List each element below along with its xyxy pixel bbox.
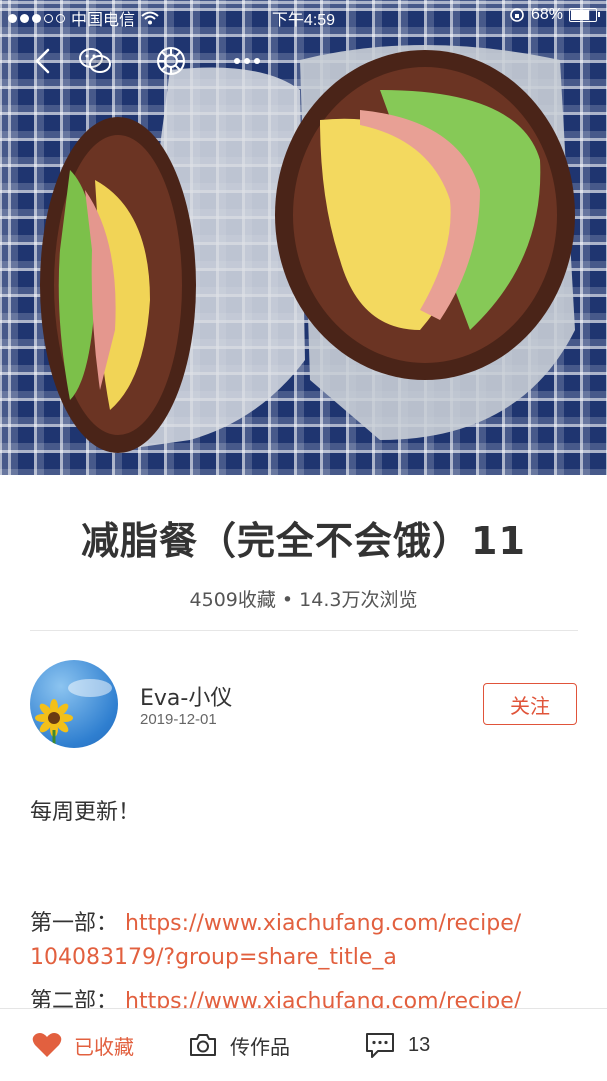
- more-icon[interactable]: [230, 44, 264, 78]
- comment-button[interactable]: 13: [364, 1009, 430, 1081]
- camera-icon: [190, 1034, 216, 1056]
- recipe-title: 减脂餐（完全不会饿）11: [81, 519, 526, 563]
- wechat-icon[interactable]: [78, 44, 112, 78]
- battery-percent: 68%: [530, 6, 563, 23]
- part1-link[interactable]: https://www.xiachufang.com/recipe/: [125, 911, 521, 936]
- comment-count: 13: [408, 1033, 431, 1056]
- upload-work-button[interactable]: 传作品: [188, 1009, 290, 1081]
- part1-link-continued[interactable]: 104083179/?group=share_title_a: [30, 945, 397, 970]
- favorite-label: 已收藏: [74, 1034, 134, 1059]
- author-name[interactable]: Eva-小仪: [140, 680, 232, 712]
- battery-icon: [569, 8, 600, 22]
- part1-line-2: 104083179/?group=share_title_a: [30, 945, 397, 970]
- wrap-right-illustration: [275, 45, 575, 440]
- heart-icon: [32, 1033, 62, 1057]
- back-icon[interactable]: [26, 44, 60, 78]
- avatar[interactable]: [30, 660, 118, 748]
- part1-label: 第一部：: [30, 911, 119, 936]
- favorite-button[interactable]: 已收藏: [32, 1009, 134, 1081]
- divider: [30, 630, 578, 631]
- comment-icon: [366, 1033, 394, 1058]
- upload-label: 传作品: [230, 1034, 290, 1059]
- publish-date: 2019-12-01: [140, 711, 217, 728]
- bottom-action-bar: 已收藏 传作品 13: [0, 1008, 607, 1081]
- follow-button[interactable]: 关注: [483, 683, 577, 725]
- status-right: 68%: [509, 6, 600, 24]
- recipe-intro: 每周更新！: [30, 800, 141, 825]
- part1-line: 第一部： https://www.xiachufang.com/recipe/: [30, 905, 521, 937]
- orientation-lock-icon: [510, 8, 524, 22]
- status-bar: 中国电信 下午4:59 68%: [0, 0, 607, 32]
- wrap-left-illustration: [40, 67, 305, 453]
- moments-icon[interactable]: [154, 44, 188, 78]
- recipe-stats: 4509收藏 • 14.3万次浏览: [189, 589, 418, 611]
